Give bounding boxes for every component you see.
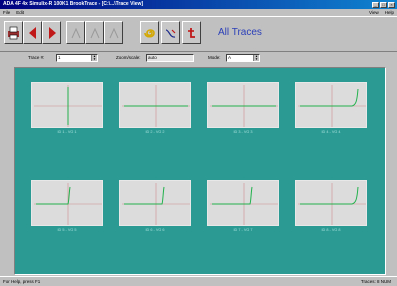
- mode-value: A: [228, 55, 232, 60]
- trace-number-field[interactable]: 1 ▲ ▼: [56, 54, 98, 62]
- trace-panel[interactable]: ID 7 - VG 7: [207, 180, 279, 238]
- spiral-button[interactable]: [140, 21, 159, 44]
- trace-chart: [34, 183, 102, 225]
- trace-chart: [298, 183, 366, 225]
- trace-plot: [119, 180, 191, 226]
- trace-panel[interactable]: ID 1 - VG 1: [31, 82, 103, 140]
- menu-help[interactable]: Help: [382, 9, 397, 16]
- trace-plot: [207, 180, 279, 226]
- prev-icon: [28, 26, 36, 39]
- trace-plot: [31, 180, 103, 226]
- trace-plot: [295, 82, 367, 128]
- tool-icon: [90, 27, 99, 38]
- trace-caption: ID 2 - VG 2: [145, 130, 165, 134]
- status-info: Traces: 8 NUM: [360, 279, 391, 284]
- trace-plot: [31, 82, 103, 128]
- trace-caption: ID 4 - VG 4: [321, 130, 341, 134]
- trace-curve: [300, 88, 359, 107]
- trace-panel[interactable]: ID 5 - VG 5: [31, 180, 103, 238]
- minimize-button[interactable]: _: [372, 1, 379, 8]
- window-title: ADA 4F 4x Simulix-R 100K1 BrookTrace - […: [3, 1, 144, 7]
- trace-panel[interactable]: ID 6 - VG 6: [119, 180, 191, 238]
- menu-bar: File Edit View Help: [0, 9, 397, 16]
- trace-panel[interactable]: ID 4 - VG 4: [295, 82, 367, 140]
- trace-chart: [34, 85, 102, 127]
- trace-caption: ID 7 - VG 7: [233, 228, 253, 232]
- mode-field[interactable]: A ▲ ▼: [226, 54, 260, 62]
- tool-icon: [71, 27, 80, 38]
- trace-caption: ID 5 - VG 5: [57, 228, 77, 232]
- trace-caption: ID 1 - VG 1: [57, 130, 77, 134]
- trace-chart: [122, 183, 190, 225]
- trace-plot: [207, 82, 279, 128]
- spinner-icon[interactable]: ▲ ▼: [91, 55, 97, 61]
- trace-number-value: 1: [58, 55, 61, 60]
- trace-chart: [210, 85, 278, 127]
- tool-icon: [109, 27, 118, 38]
- trace-plot: [119, 82, 191, 128]
- controls-row: Trace #: 1 ▲ ▼ Zoom/scale: auto Mode: A ▲…: [0, 52, 397, 65]
- view-title: All Traces: [218, 27, 262, 38]
- trace-caption: ID 6 - VG 6: [145, 228, 165, 232]
- spiral-icon: [143, 28, 155, 38]
- trace-panel[interactable]: ID 3 - VG 3: [207, 82, 279, 140]
- trace-chart: [210, 183, 278, 225]
- next-button[interactable]: [42, 21, 61, 44]
- curve-button[interactable]: [161, 21, 180, 44]
- trace-chart: [298, 85, 366, 127]
- trace-chart: [122, 85, 190, 127]
- zoom-label: Zoom/scale:: [116, 55, 141, 60]
- tool-button-2[interactable]: [85, 21, 104, 44]
- print-button[interactable]: [4, 21, 23, 44]
- toolbar: All Traces: [0, 16, 397, 52]
- print-icon: [8, 26, 19, 39]
- trace-number-label: Trace #:: [28, 55, 45, 60]
- trace-curve: [36, 186, 71, 205]
- spinner-icon[interactable]: ▲ ▼: [253, 55, 259, 61]
- curve-icon: [165, 28, 176, 38]
- menu-edit[interactable]: Edit: [13, 9, 27, 16]
- title-bar[interactable]: ADA 4F 4x Simulix-R 100K1 BrookTrace - […: [0, 0, 397, 9]
- menu-file[interactable]: File: [0, 9, 13, 16]
- tool-button-1[interactable]: [66, 21, 85, 44]
- reset-button[interactable]: [182, 21, 201, 44]
- previous-button[interactable]: [23, 21, 42, 44]
- zoom-field[interactable]: auto: [146, 54, 194, 62]
- window-controls: _ □ ×: [372, 1, 397, 8]
- close-button[interactable]: ×: [388, 1, 395, 8]
- trace-caption: ID 3 - VG 3: [233, 130, 253, 134]
- menu-view[interactable]: View: [366, 9, 382, 16]
- zoom-value: auto: [148, 55, 157, 60]
- trace-grid: ID 1 - VG 1 ID 2 - VG 2 ID 3 - VG 3 ID 4 - …: [14, 67, 386, 275]
- reset-icon: [188, 27, 195, 38]
- status-help-text: For Help, press F1: [3, 279, 41, 284]
- app-window: ADA 4F 4x Simulix-R 100K1 BrookTrace - […: [0, 0, 397, 286]
- maximize-button[interactable]: □: [380, 1, 387, 8]
- trace-curve: [300, 186, 359, 205]
- next-icon: [48, 26, 56, 39]
- trace-panel[interactable]: ID 2 - VG 2: [119, 82, 191, 140]
- trace-curve: [212, 186, 253, 205]
- trace-caption: ID 8 - VG 8: [321, 228, 341, 232]
- trace-panel[interactable]: ID 8 - VG 8: [295, 180, 367, 238]
- tool-button-3[interactable]: [104, 21, 123, 44]
- status-bar: For Help, press F1 Traces: 8 NUM: [0, 276, 397, 286]
- trace-curve: [124, 186, 165, 205]
- mode-label: Mode:: [208, 55, 221, 60]
- trace-plot: [295, 180, 367, 226]
